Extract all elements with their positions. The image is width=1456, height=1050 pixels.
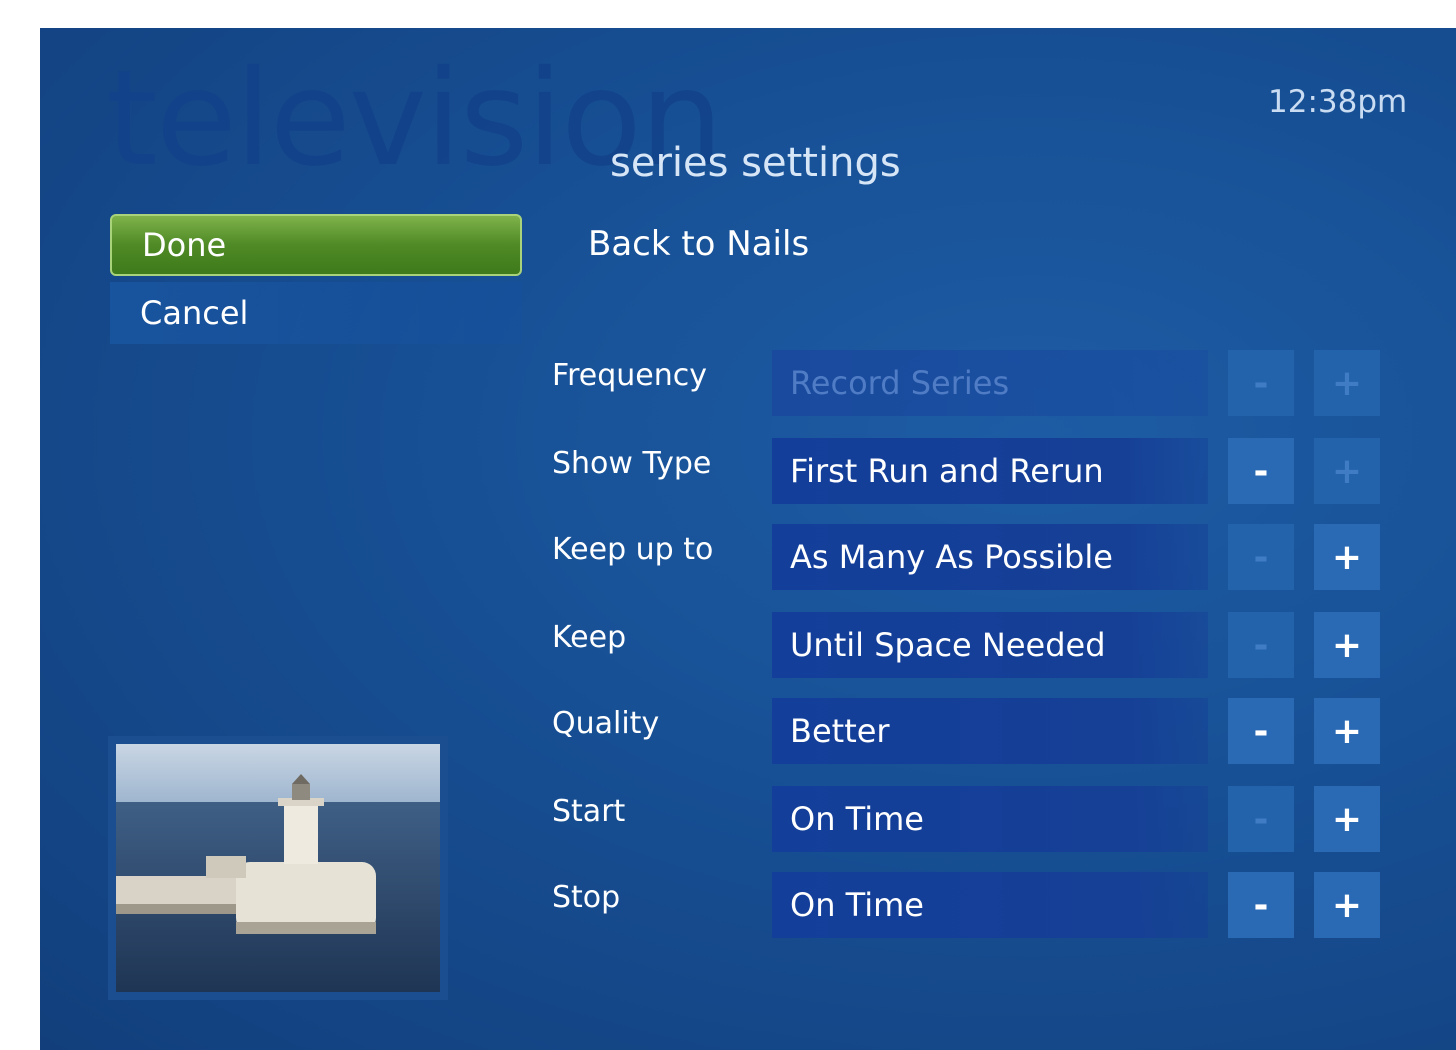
setting-label: Keep	[552, 620, 627, 655]
setting-label: Quality	[552, 706, 660, 741]
setting-label: Stop	[552, 880, 621, 915]
decrease-button[interactable]: -	[1228, 698, 1294, 764]
setting-label: Show Type	[552, 446, 712, 481]
decrease-button: -	[1228, 612, 1294, 678]
increase-button: +	[1314, 438, 1380, 504]
decrease-button: -	[1228, 350, 1294, 416]
setting-label: Keep up to	[552, 532, 714, 567]
lighthouse-image	[108, 736, 448, 1000]
setting-value: Record Series	[772, 350, 1208, 416]
increase-button[interactable]: +	[1314, 872, 1380, 938]
setting-label: Frequency	[552, 358, 707, 393]
lighthouse-thumbnail	[116, 744, 440, 992]
back-to-show-link[interactable]: Back to Nails	[588, 224, 809, 264]
setting-row-keep-up-to: Keep up to As Many As Possible - +	[552, 524, 1382, 590]
setting-label: Start	[552, 794, 626, 829]
setting-value[interactable]: On Time	[772, 786, 1208, 852]
setting-row-start: Start On Time - +	[552, 786, 1382, 852]
increase-button[interactable]: +	[1314, 524, 1380, 590]
setting-row-stop: Stop On Time - +	[552, 872, 1382, 938]
decrease-button[interactable]: -	[1228, 438, 1294, 504]
setting-row-show-type: Show Type First Run and Rerun - +	[552, 438, 1382, 504]
increase-button[interactable]: +	[1314, 786, 1380, 852]
setting-value[interactable]: As Many As Possible	[772, 524, 1208, 590]
setting-row-keep: Keep Until Space Needed - +	[552, 612, 1382, 678]
done-button[interactable]: Done	[110, 214, 522, 276]
increase-button[interactable]: +	[1314, 698, 1380, 764]
setting-row-quality: Quality Better - +	[552, 698, 1382, 764]
increase-button: +	[1314, 350, 1380, 416]
page-title: series settings	[610, 140, 901, 186]
setting-row-frequency: Frequency Record Series - +	[552, 350, 1382, 416]
setting-value[interactable]: Better	[772, 698, 1208, 764]
setting-value[interactable]: First Run and Rerun	[772, 438, 1208, 504]
decrease-button[interactable]: -	[1228, 872, 1294, 938]
side-menu: Done Cancel	[110, 214, 522, 350]
decrease-button: -	[1228, 786, 1294, 852]
cancel-button[interactable]: Cancel	[110, 282, 522, 344]
setting-value[interactable]: On Time	[772, 872, 1208, 938]
clock: 12:38pm	[1268, 84, 1408, 120]
decrease-button: -	[1228, 524, 1294, 590]
increase-button[interactable]: +	[1314, 612, 1380, 678]
media-center-screen: television 12:38pm series settings Done …	[40, 28, 1456, 1050]
setting-value[interactable]: Until Space Needed	[772, 612, 1208, 678]
